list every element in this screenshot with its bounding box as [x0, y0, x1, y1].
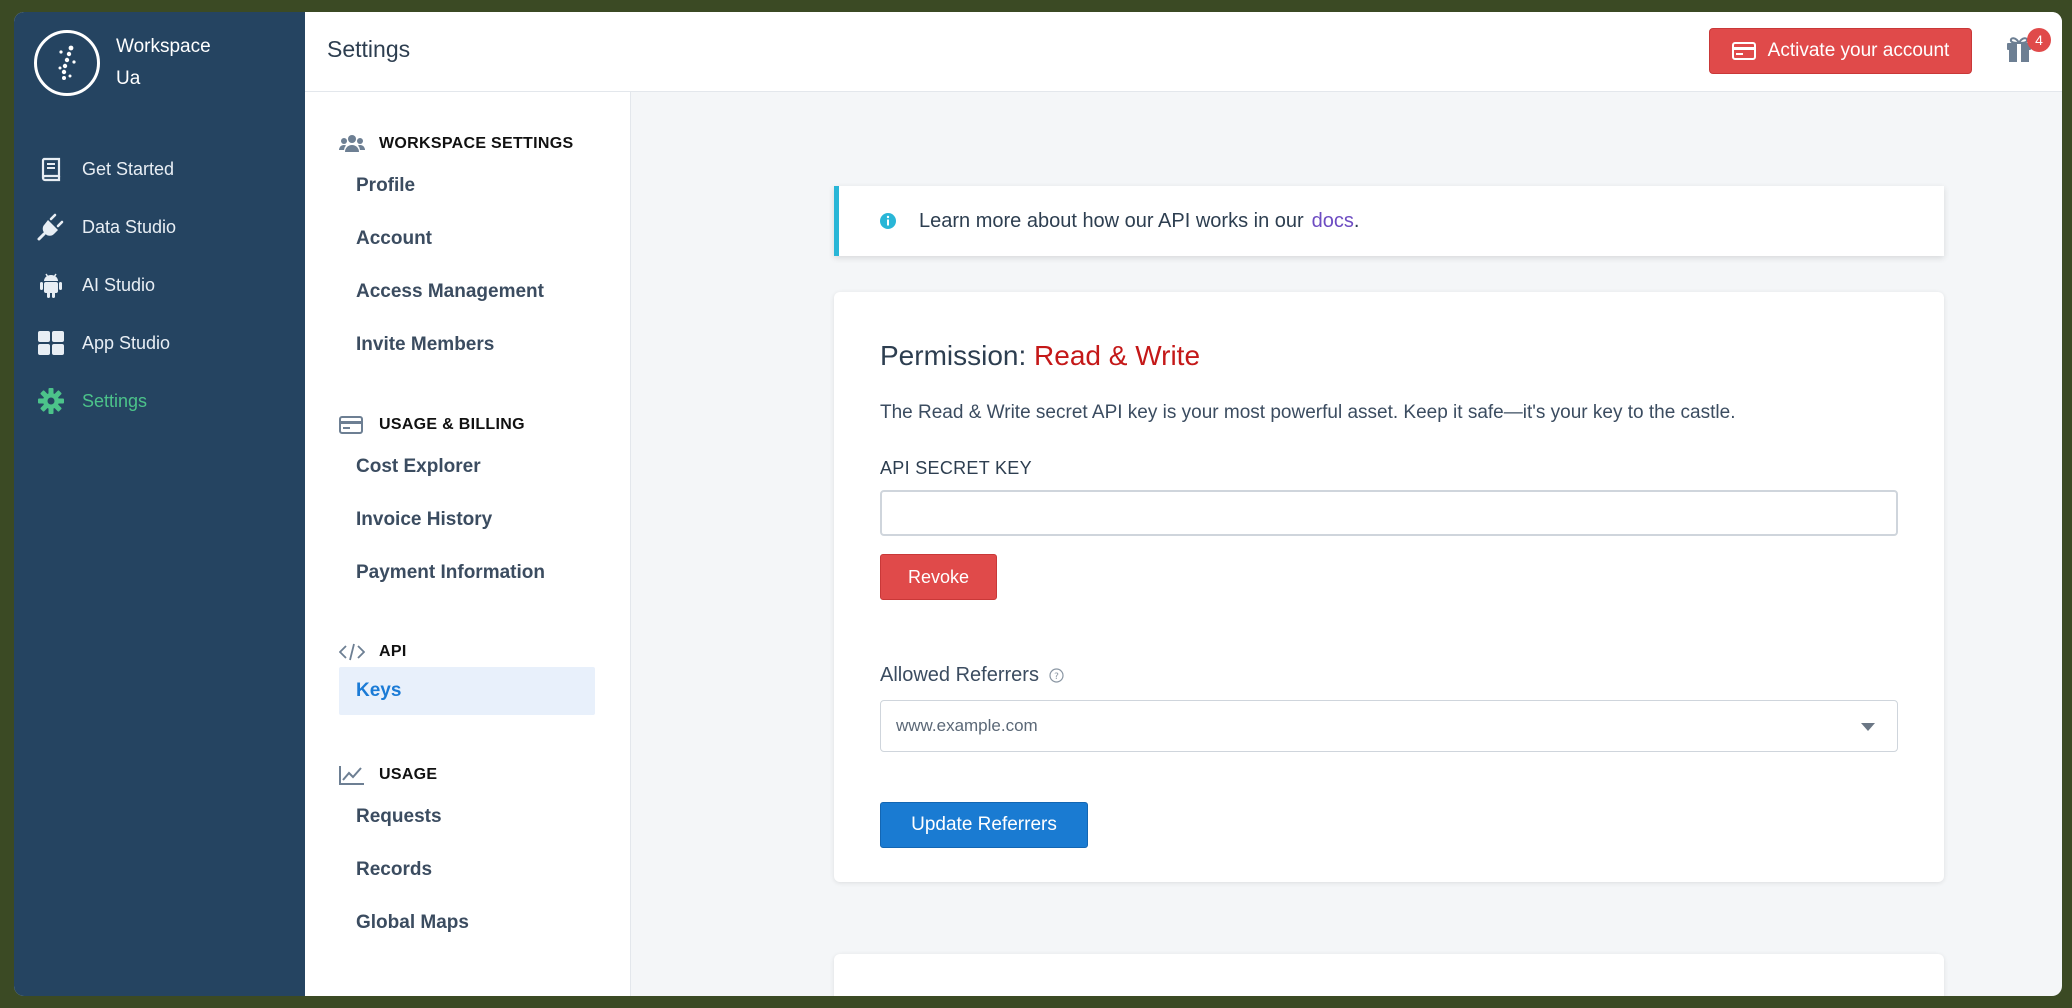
workspace-name-line1: Workspace: [116, 36, 211, 57]
subnav-item-account[interactable]: Account: [305, 212, 630, 265]
workspace-logo-icon: [34, 30, 100, 96]
grid-icon: [34, 328, 68, 358]
api-key-card: Permission: Read & Write The Read & Writ…: [834, 292, 1944, 882]
section-workspace-settings: WORKSPACE SETTINGS Profile Account Acces…: [305, 129, 630, 371]
permission-heading: Permission: Read & Write: [880, 340, 1200, 372]
info-text: Learn more about how our API works in ou…: [919, 209, 1304, 232]
secondary-key-card: [834, 954, 1944, 996]
section-title: API: [379, 643, 407, 660]
chevron-down-icon: [1861, 723, 1875, 731]
help-icon[interactable]: ?: [1049, 668, 1064, 683]
nav-item-ai-studio[interactable]: AI Studio: [14, 256, 305, 314]
users-icon: [339, 132, 365, 156]
subnav-item-access-management[interactable]: Access Management: [305, 265, 630, 318]
update-referrers-button[interactable]: Update Referrers: [880, 802, 1088, 848]
activate-account-button[interactable]: Activate your account: [1709, 28, 1972, 74]
api-docs-info-box: Learn more about how our API works in ou…: [834, 186, 1944, 256]
nav-item-data-studio[interactable]: Data Studio: [14, 198, 305, 256]
nav-item-label: Settings: [82, 390, 148, 411]
subnav-item-profile[interactable]: Profile: [305, 159, 630, 212]
docs-link[interactable]: docs: [1312, 210, 1354, 233]
nav-item-label: Data Studio: [82, 216, 177, 237]
info-icon: [879, 212, 897, 230]
plug-icon: [34, 212, 68, 242]
permission-value: Read & Write: [1034, 340, 1201, 371]
revoke-button[interactable]: Revoke: [880, 554, 997, 600]
permission-label: Permission:: [880, 340, 1027, 371]
section-usage-billing: USAGE & BILLING Cost Explorer Invoice Hi…: [305, 410, 630, 599]
credit-card-icon: [1731, 42, 1756, 60]
book-icon: [34, 154, 68, 184]
nav-list: Get Started Data Studio AI Studio App St…: [14, 140, 305, 430]
section-usage: USAGE Requests Records Global Maps: [305, 760, 630, 949]
credit-card-icon: [339, 413, 365, 437]
subnav-item-cost-explorer[interactable]: Cost Explorer: [305, 440, 630, 493]
section-api: API Keys: [305, 637, 630, 715]
gift-count-badge: 4: [2027, 28, 2051, 52]
gear-icon: [34, 386, 68, 416]
subnav-item-requests[interactable]: Requests: [305, 790, 630, 843]
section-title: USAGE & BILLING: [379, 416, 525, 433]
nav-item-app-studio[interactable]: App Studio: [14, 314, 305, 372]
subnav-item-global-maps[interactable]: Global Maps: [305, 896, 630, 949]
subnav-item-keys[interactable]: Keys: [339, 667, 595, 715]
info-suffix: .: [1353, 209, 1360, 232]
workspace-brand[interactable]: Workspace Ua: [34, 30, 211, 96]
allowed-referrers-text: Allowed Referrers: [880, 664, 1039, 686]
android-icon: [34, 270, 68, 300]
workspace-name-line2: Ua: [116, 68, 141, 89]
nav-item-label: Get Started: [82, 158, 175, 179]
section-title: WORKSPACE SETTINGS: [379, 135, 574, 152]
code-icon: [339, 640, 365, 664]
settings-subnav: WORKSPACE SETTINGS Profile Account Acces…: [305, 92, 631, 996]
subnav-item-payment-information[interactable]: Payment Information: [305, 546, 630, 599]
app-window: Workspace Ua Get Started Data Studio AI …: [14, 12, 2062, 996]
nav-item-get-started[interactable]: Get Started: [14, 140, 305, 198]
allowed-referrers-select[interactable]: www.example.com: [880, 700, 1898, 752]
section-title: USAGE: [379, 766, 438, 783]
allowed-referrers-placeholder: www.example.com: [896, 716, 1038, 735]
main-nav: Workspace Ua Get Started Data Studio AI …: [14, 12, 305, 996]
line-chart-icon: [339, 763, 365, 787]
nav-item-label: App Studio: [82, 332, 171, 353]
page-title: Settings: [327, 36, 411, 62]
nav-item-settings[interactable]: Settings: [14, 372, 305, 430]
permission-description: The Read & Write secret API key is your …: [880, 402, 1736, 423]
nav-item-label: AI Studio: [82, 274, 156, 295]
svg-text:?: ?: [1054, 672, 1059, 682]
activate-account-label: Activate your account: [1767, 40, 1950, 61]
api-secret-key-label: API SECRET KEY: [880, 458, 1032, 478]
subnav-item-records[interactable]: Records: [305, 843, 630, 896]
api-secret-key-input[interactable]: [880, 490, 1898, 536]
top-header: Settings Activate your account 4: [305, 12, 2062, 92]
allowed-referrers-label: Allowed Referrers ?: [880, 664, 1064, 687]
subnav-item-invoice-history[interactable]: Invoice History: [305, 493, 630, 546]
subnav-item-invite-members[interactable]: Invite Members: [305, 318, 630, 371]
